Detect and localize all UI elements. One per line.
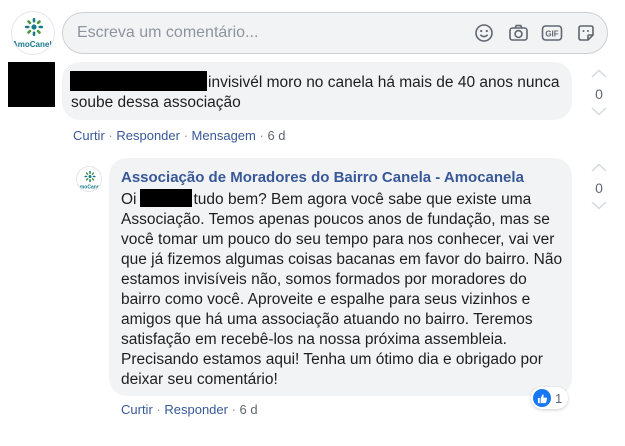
separator: · <box>183 128 192 143</box>
composer-toolbar: GIF <box>473 22 597 44</box>
vote-count: 0 <box>595 180 603 196</box>
svg-text:AmoCanela: AmoCanela <box>77 185 102 191</box>
like-link[interactable]: Curtir <box>73 128 105 143</box>
separator: · <box>231 402 240 417</box>
composer-avatar[interactable]: AmoCanela <box>11 11 55 55</box>
reply-text: Oi tudo bem? Bem agora você sabe que exis… <box>121 189 567 390</box>
like-link[interactable]: Curtir <box>121 402 153 417</box>
vote-count: 0 <box>595 86 603 102</box>
redacted-avatar[interactable] <box>8 62 55 107</box>
reaction-badge[interactable]: 1 <box>531 387 569 409</box>
downvote-chevron-icon[interactable] <box>590 104 608 122</box>
svg-text:GIF: GIF <box>545 30 558 39</box>
downvote-chevron-icon[interactable] <box>590 198 608 216</box>
reaction-count: 1 <box>555 390 563 406</box>
timestamp[interactable]: 6 d <box>240 402 258 417</box>
reply-actions: Curtir · Responder · 6 d <box>121 402 258 417</box>
reply-link[interactable]: Responder <box>164 402 228 417</box>
gif-icon[interactable]: GIF <box>541 22 563 44</box>
svg-text:AmoCanela: AmoCanela <box>12 40 55 49</box>
sticker-icon[interactable] <box>575 22 597 44</box>
emoji-icon[interactable] <box>473 22 495 44</box>
reply-vote: 0 <box>588 160 610 216</box>
redacted-name <box>139 189 192 207</box>
message-link[interactable]: Mensagem <box>192 128 256 143</box>
comment-actions: Curtir · Responder · Mensagem · 6 d <box>73 128 286 143</box>
reply-author-link[interactable]: Associação de Moradores do Bairro Canela… <box>121 169 524 186</box>
upvote-chevron-icon[interactable] <box>590 66 608 84</box>
amocanela-logo-icon: AmoCanela <box>77 171 102 191</box>
comment-text: invisivél moro no canela há mais de 40 a… <box>71 74 560 111</box>
amocanela-logo-icon: AmoCanela <box>12 18 55 49</box>
thumbs-up-icon <box>533 389 551 407</box>
reply-avatar[interactable]: AmoCanela <box>76 166 102 192</box>
reply-text-start: Oi <box>121 191 137 208</box>
upvote-chevron-icon[interactable] <box>590 160 608 178</box>
reply-text-rest: tudo bem? Bem agora você sabe que existe… <box>121 191 563 388</box>
timestamp[interactable]: 6 d <box>267 128 285 143</box>
comment-input[interactable] <box>77 13 457 53</box>
comment-bubble: invisivél moro no canela há mais de 40 a… <box>62 62 572 120</box>
comment-composer: GIF <box>62 12 608 54</box>
camera-icon[interactable] <box>507 22 529 44</box>
reply-bubble: Associação de Moradores do Bairro Canela… <box>109 158 572 396</box>
reply-link[interactable]: Responder <box>116 128 180 143</box>
comment-vote: 0 <box>588 66 610 122</box>
